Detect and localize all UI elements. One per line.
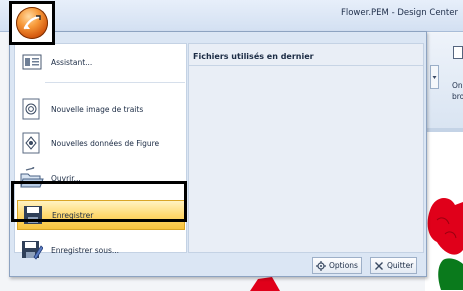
close-icon — [374, 261, 384, 271]
quit-button[interactable]: Quitter — [370, 257, 418, 274]
recent-files-header: Fichiers utilisés en dernier — [193, 52, 314, 61]
menu-item-label: Nouvelles données de Figure — [51, 138, 160, 148]
application-menu: Assistant... Nouvelle image de traits No… — [9, 31, 427, 277]
new-line-image-icon — [20, 97, 44, 121]
menu-item-new-line-image[interactable]: Nouvelle image de traits — [17, 94, 185, 124]
recent-files-panel: Fichiers utilisés en dernier — [188, 43, 424, 253]
menu-item-assistant[interactable]: Assistant... — [17, 47, 185, 77]
menu-divider — [45, 82, 185, 83]
highlight-annotation-frame — [11, 181, 187, 222]
menu-item-save-as[interactable]: Enregistrer sous... — [17, 235, 185, 265]
assistant-icon — [20, 50, 44, 74]
recent-files-divider — [189, 65, 423, 66]
options-button-label: Options — [329, 261, 358, 270]
window-title: Flower.PEM - Design Center — [340, 8, 458, 18]
ribbon-command-label[interactable]: On bro — [452, 80, 463, 102]
options-button[interactable]: Options — [312, 257, 362, 274]
flower-design-bottom — [250, 277, 280, 291]
menu-item-new-figure-data[interactable]: Nouvelles données de Figure — [17, 128, 185, 158]
flower-design-image — [427, 198, 463, 290]
menu-item-label: Assistant... — [51, 57, 93, 67]
ribbon-dropdown-button[interactable] — [430, 65, 439, 89]
options-icon — [316, 260, 326, 271]
menu-item-label: Nouvelle image de traits — [51, 104, 144, 114]
menu-item-label: Enregistrer sous... — [51, 245, 120, 255]
new-figure-data-icon — [20, 131, 44, 155]
app-orb-icon — [16, 7, 48, 39]
save-as-icon — [20, 238, 44, 262]
ribbon-command-icon[interactable] — [453, 46, 463, 59]
quit-button-label: Quitter — [387, 261, 414, 270]
application-menu-button[interactable] — [9, 1, 55, 45]
title-bar: Flower.PEM - Design Center — [0, 0, 463, 32]
